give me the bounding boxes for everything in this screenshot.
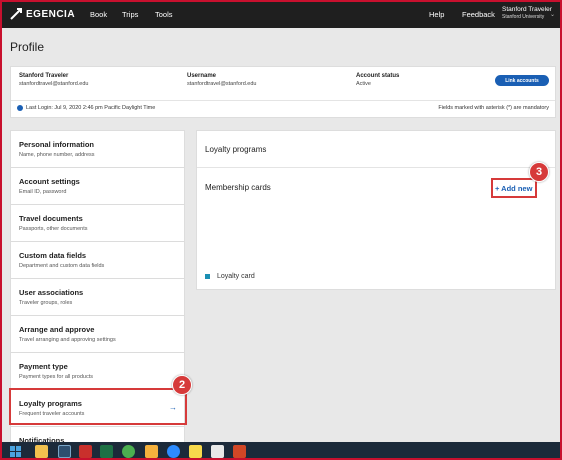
sidebar-item-title: Account settings — [19, 177, 80, 186]
username-col: Username stanfordtravel@stanford.edu — [187, 73, 256, 87]
nav-trips[interactable]: Trips — [122, 10, 138, 19]
sticky-notes-icon[interactable] — [189, 445, 202, 458]
panel-title: Loyalty programs — [205, 145, 267, 154]
username-value: stanfordtravel@stanford.edu — [187, 81, 257, 87]
sidebar-item-payment-type[interactable]: Payment type Payment types for all produ… — [11, 353, 184, 390]
windows-start-icon[interactable] — [10, 446, 21, 457]
sidebar-item-title: Arrange and approve — [19, 325, 95, 334]
top-navbar: EGENCIA Book Trips Tools Help Feedback S… — [2, 2, 560, 28]
page-title: Profile — [10, 40, 45, 54]
chevron-down-icon[interactable]: ⌄ — [550, 11, 555, 18]
status-value: Active — [356, 81, 371, 87]
sidebar-item-subtitle: Traveler groups, roles — [19, 300, 73, 306]
calculator-icon[interactable] — [58, 445, 71, 458]
powerpoint-icon[interactable] — [233, 445, 246, 458]
sidebar-item-subtitle: Email ID, password — [19, 189, 67, 195]
app-window: EGENCIA Book Trips Tools Help Feedback S… — [0, 0, 562, 460]
sidebar-item-personal-information[interactable]: Personal information Name, phone number,… — [11, 131, 184, 168]
legend-label: Loyalty card — [217, 273, 255, 280]
nav-feedback[interactable]: Feedback — [462, 10, 495, 19]
acrobat-icon[interactable] — [79, 445, 92, 458]
egencia-logo[interactable]: EGENCIA — [10, 8, 75, 20]
callout-number-3: 3 — [529, 162, 549, 182]
sidebar-item-user-associations[interactable]: User associations Traveler groups, roles — [11, 279, 184, 316]
windows-taskbar — [2, 442, 560, 458]
divider — [197, 167, 555, 168]
sidebar-item-account-settings[interactable]: Account settings Email ID, password — [11, 168, 184, 205]
sidebar-item-subtitle: Payment types for all products — [19, 374, 93, 380]
callout-highlight-add-new — [491, 178, 537, 198]
last-login-text: Last Login: Jul 9, 2020 2:46 pm Pacific … — [26, 105, 156, 111]
sidebar-item-title: User associations — [19, 288, 84, 297]
info-icon — [17, 105, 23, 111]
divider — [11, 100, 555, 101]
logo-text: EGENCIA — [26, 8, 76, 20]
user-name: Stanford Traveler — [502, 6, 552, 13]
nav-help[interactable]: Help — [429, 10, 444, 19]
sidebar-item-title: Personal information — [19, 140, 95, 149]
last-login-row: Last Login: Jul 9, 2020 2:46 pm Pacific … — [17, 105, 155, 111]
nav-tools[interactable]: Tools — [155, 10, 173, 19]
user-menu[interactable]: Stanford Traveler Stanford University — [502, 6, 552, 20]
chrome-icon[interactable] — [122, 445, 135, 458]
callout-number-2: 2 — [172, 375, 192, 395]
legend-swatch — [205, 274, 210, 279]
username-label: Username — [187, 73, 217, 79]
sidebar-item-custom-data-fields[interactable]: Custom data fields Department and custom… — [11, 242, 184, 279]
mandatory-note: Fields marked with asterisk (*) are mand… — [438, 105, 549, 111]
photo-icon[interactable] — [145, 445, 158, 458]
sidebar-item-subtitle: Name, phone number, address — [19, 152, 95, 158]
sidebar-item-subtitle: Travel arranging and approving settings — [19, 337, 116, 343]
user-org: Stanford University — [502, 14, 545, 20]
status-label: Account status — [356, 73, 400, 79]
zoom-icon[interactable] — [167, 445, 180, 458]
excel-icon[interactable] — [100, 445, 113, 458]
sidebar-item-title: Travel documents — [19, 214, 83, 223]
sidebar-item-subtitle: Passports, other documents — [19, 226, 88, 232]
sidebar-item-travel-documents[interactable]: Travel documents Passports, other docume… — [11, 205, 184, 242]
sidebar-item-subtitle: Department and custom data fields — [19, 263, 105, 269]
file-explorer-icon[interactable] — [35, 445, 48, 458]
loyalty-programs-panel: Loyalty programs Membership cards + Add … — [196, 130, 556, 290]
account-name-col: Stanford Traveler stanfordtravel@stanfor… — [19, 73, 88, 87]
sidebar-item-arrange-and-approve[interactable]: Arrange and approve Travel arranging and… — [11, 316, 184, 353]
nav-book[interactable]: Book — [90, 10, 107, 19]
link-accounts-button[interactable]: Link accounts — [495, 75, 549, 86]
egencia-logo-icon — [10, 8, 22, 20]
callout-highlight-loyalty-programs — [9, 388, 187, 425]
sidebar-item-title: Custom data fields — [19, 251, 87, 260]
account-card: Stanford Traveler stanfordtravel@stanfor… — [10, 66, 556, 118]
legend-loyalty-card: Loyalty card — [205, 273, 255, 280]
status-col: Account status Active — [356, 73, 399, 87]
account-name: Stanford Traveler — [19, 73, 69, 79]
camera-icon[interactable] — [211, 445, 224, 458]
sidebar-item-title: Payment type — [19, 362, 68, 371]
account-email: stanfordtravel@stanford.edu — [19, 81, 89, 87]
membership-cards-heading: Membership cards — [205, 183, 271, 192]
